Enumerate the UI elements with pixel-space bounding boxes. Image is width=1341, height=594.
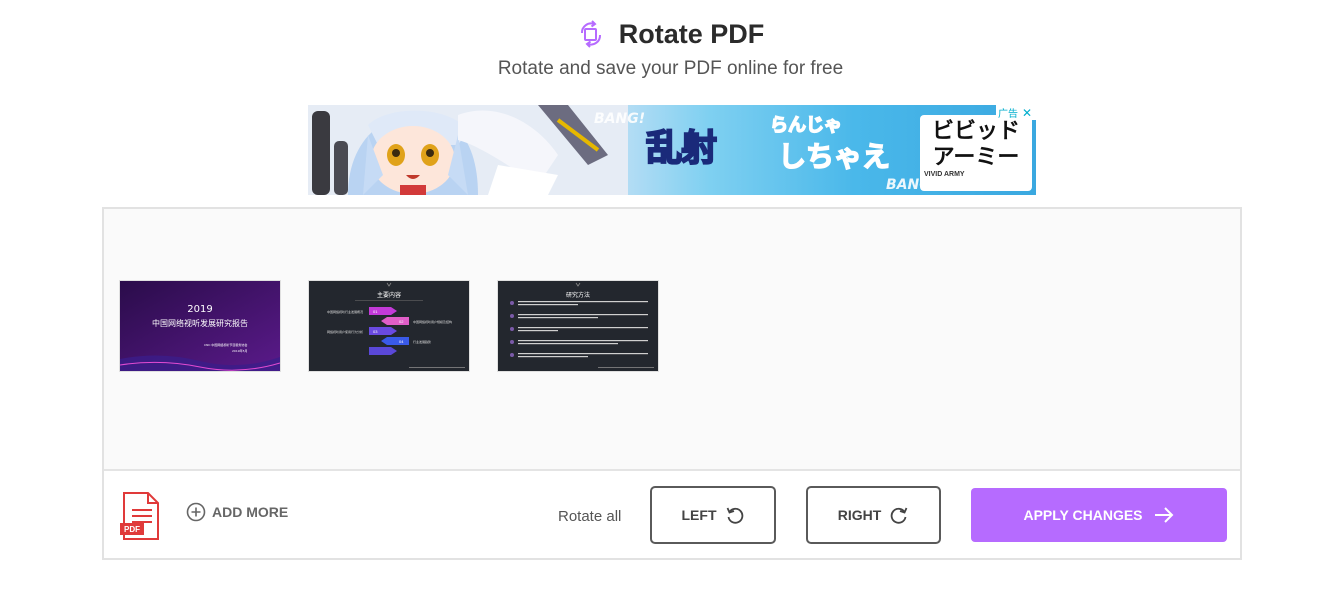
ad-bang-text: BANG!	[594, 111, 646, 127]
arrow-right-icon	[1154, 507, 1173, 523]
page-2-item-3-text: 网络视听用户使用行为分析	[327, 329, 363, 334]
page-thumbnail-3[interactable]: 研究方法	[497, 280, 659, 372]
page-subtitle: Rotate and save your PDF online for free	[497, 58, 844, 79]
page-2-item-4-text: 行业发展趋势	[413, 339, 431, 344]
page-3-image: 研究方法	[498, 281, 658, 371]
page-1-title: 中国网络视听发展研究报告	[152, 318, 248, 328]
ad-badge-label: 广告	[998, 109, 1018, 120]
page-thumbnail-2[interactable]: 主要内容 01 中国网络视听行业发展概况 02 中国网络视听用户规模及结构 03…	[308, 280, 470, 372]
plus-circle-icon	[186, 502, 206, 522]
page-2-item-2-text: 中国网络视听用户规模及结构	[413, 319, 452, 324]
page-thumbnail-1[interactable]: 2019 中国网络视听发展研究报告 CNC 中国网络视听节目服务协会 2019年…	[119, 280, 281, 372]
page-2-item-1-num: 01	[373, 309, 378, 314]
ad-banner[interactable]: BANG! BANG! 乱射 らんじゃ しちゃえ ビビッドアーミー VIVID …	[308, 105, 1036, 195]
page-2-item-4-num: 04	[399, 339, 404, 344]
page-2-heading: 主要内容	[377, 291, 401, 299]
close-icon[interactable]: ✕	[1020, 106, 1034, 120]
rotate-right-button[interactable]: RIGHT	[806, 486, 941, 544]
page-3-heading: 研究方法	[566, 291, 590, 299]
apply-changes-label: APPLY CHANGES	[1023, 507, 1143, 523]
page-1-year: 2019	[187, 304, 212, 315]
rotate-workspace: 2019 中国网络视听发展研究报告 CNC 中国网络视听节目服务协会 2019年…	[102, 207, 1242, 560]
ad-brand-name: ビビッドアーミー	[931, 119, 1020, 170]
ad-brand-logo: ビビッドアーミー	[924, 119, 1028, 171]
ad-headline: 乱射	[645, 127, 718, 170]
ad-tagline: しちゃえ	[777, 139, 891, 174]
page-title: Rotate PDF	[618, 18, 765, 49]
pdf-file-icon: PDF	[120, 492, 159, 540]
ad-choices-badge[interactable]: 广告 ✕	[996, 105, 1036, 120]
rotate-icon	[580, 20, 601, 48]
page-header: Rotate PDF Rotate and save your PDF onli…	[0, 14, 1341, 80]
page-1-footer-sub: 2019年5月	[232, 348, 248, 353]
page-1-footer: CNC 中国网络视听节目服务协会	[204, 342, 247, 347]
rotate-left-button[interactable]: LEFT	[650, 486, 776, 544]
rotate-right-icon	[891, 507, 908, 524]
title-row: Rotate PDF	[0, 14, 1341, 54]
rotate-left-label: LEFT	[681, 507, 717, 523]
apply-changes-button[interactable]: APPLY CHANGES	[971, 488, 1227, 542]
rotate-all-label: Rotate all	[558, 508, 622, 525]
ad-brand-sub: VIVID ARMY	[924, 171, 965, 178]
rotate-toolbar: PDF ADD MORE Rotate all LEFT RIGHT APPLY…	[104, 471, 1240, 558]
rotate-right-label: RIGHT	[837, 507, 882, 523]
pdf-icon-label: PDF	[124, 525, 140, 534]
ad-headline-kana: らんじゃ	[769, 114, 843, 137]
page-2-item-2-num: 02	[399, 319, 404, 324]
rotate-left-icon	[726, 507, 743, 524]
pages-preview-area: 2019 中国网络视听发展研究报告 CNC 中国网络视听节目服务协会 2019年…	[104, 209, 1240, 471]
page-1-image: 2019 中国网络视听发展研究报告 CNC 中国网络视听节目服务协会 2019年…	[120, 281, 280, 371]
page-2-item-3-num: 03	[373, 329, 378, 334]
page-2-image: 主要内容 01 中国网络视听行业发展概况 02 中国网络视听用户规模及结构 03…	[309, 281, 469, 371]
ad-character-illustration	[308, 105, 628, 195]
page-2-item-1-text: 中国网络视听行业发展概况	[327, 309, 363, 314]
add-more-button[interactable]: ADD MORE	[186, 502, 288, 522]
add-more-label: ADD MORE	[212, 504, 289, 520]
